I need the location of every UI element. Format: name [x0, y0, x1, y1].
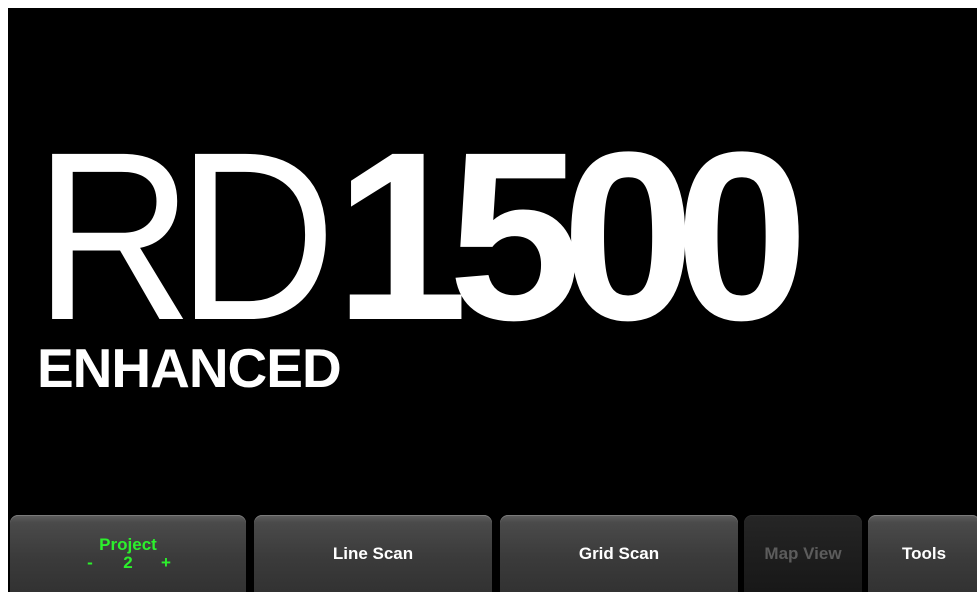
logo-subtitle: ENHANCED	[37, 337, 342, 399]
project-increment-button[interactable]: +	[141, 553, 191, 572]
project-label: Project	[99, 534, 157, 554]
project-decrement-button[interactable]: -	[65, 553, 115, 572]
line-scan-button[interactable]: Line Scan	[254, 515, 492, 592]
grid-scan-button[interactable]: Grid Scan	[500, 515, 738, 592]
project-selector: - 2 +	[65, 552, 191, 572]
logo-prefix: RD	[34, 102, 336, 370]
softkey-bar: Project - 2 + Line Scan Grid Scan Map Vi…	[8, 515, 977, 592]
tools-button[interactable]: Tools	[868, 515, 977, 592]
display-screen: RD1500 ENHANCED Project - 2 + Line Scan …	[8, 8, 977, 592]
product-logo: RD1500	[34, 102, 809, 370]
project-number: 2	[123, 552, 133, 572]
project-softkey[interactable]: Project - 2 +	[10, 515, 246, 592]
logo-number: 1500	[334, 102, 809, 370]
map-view-button[interactable]: Map View	[744, 515, 862, 592]
